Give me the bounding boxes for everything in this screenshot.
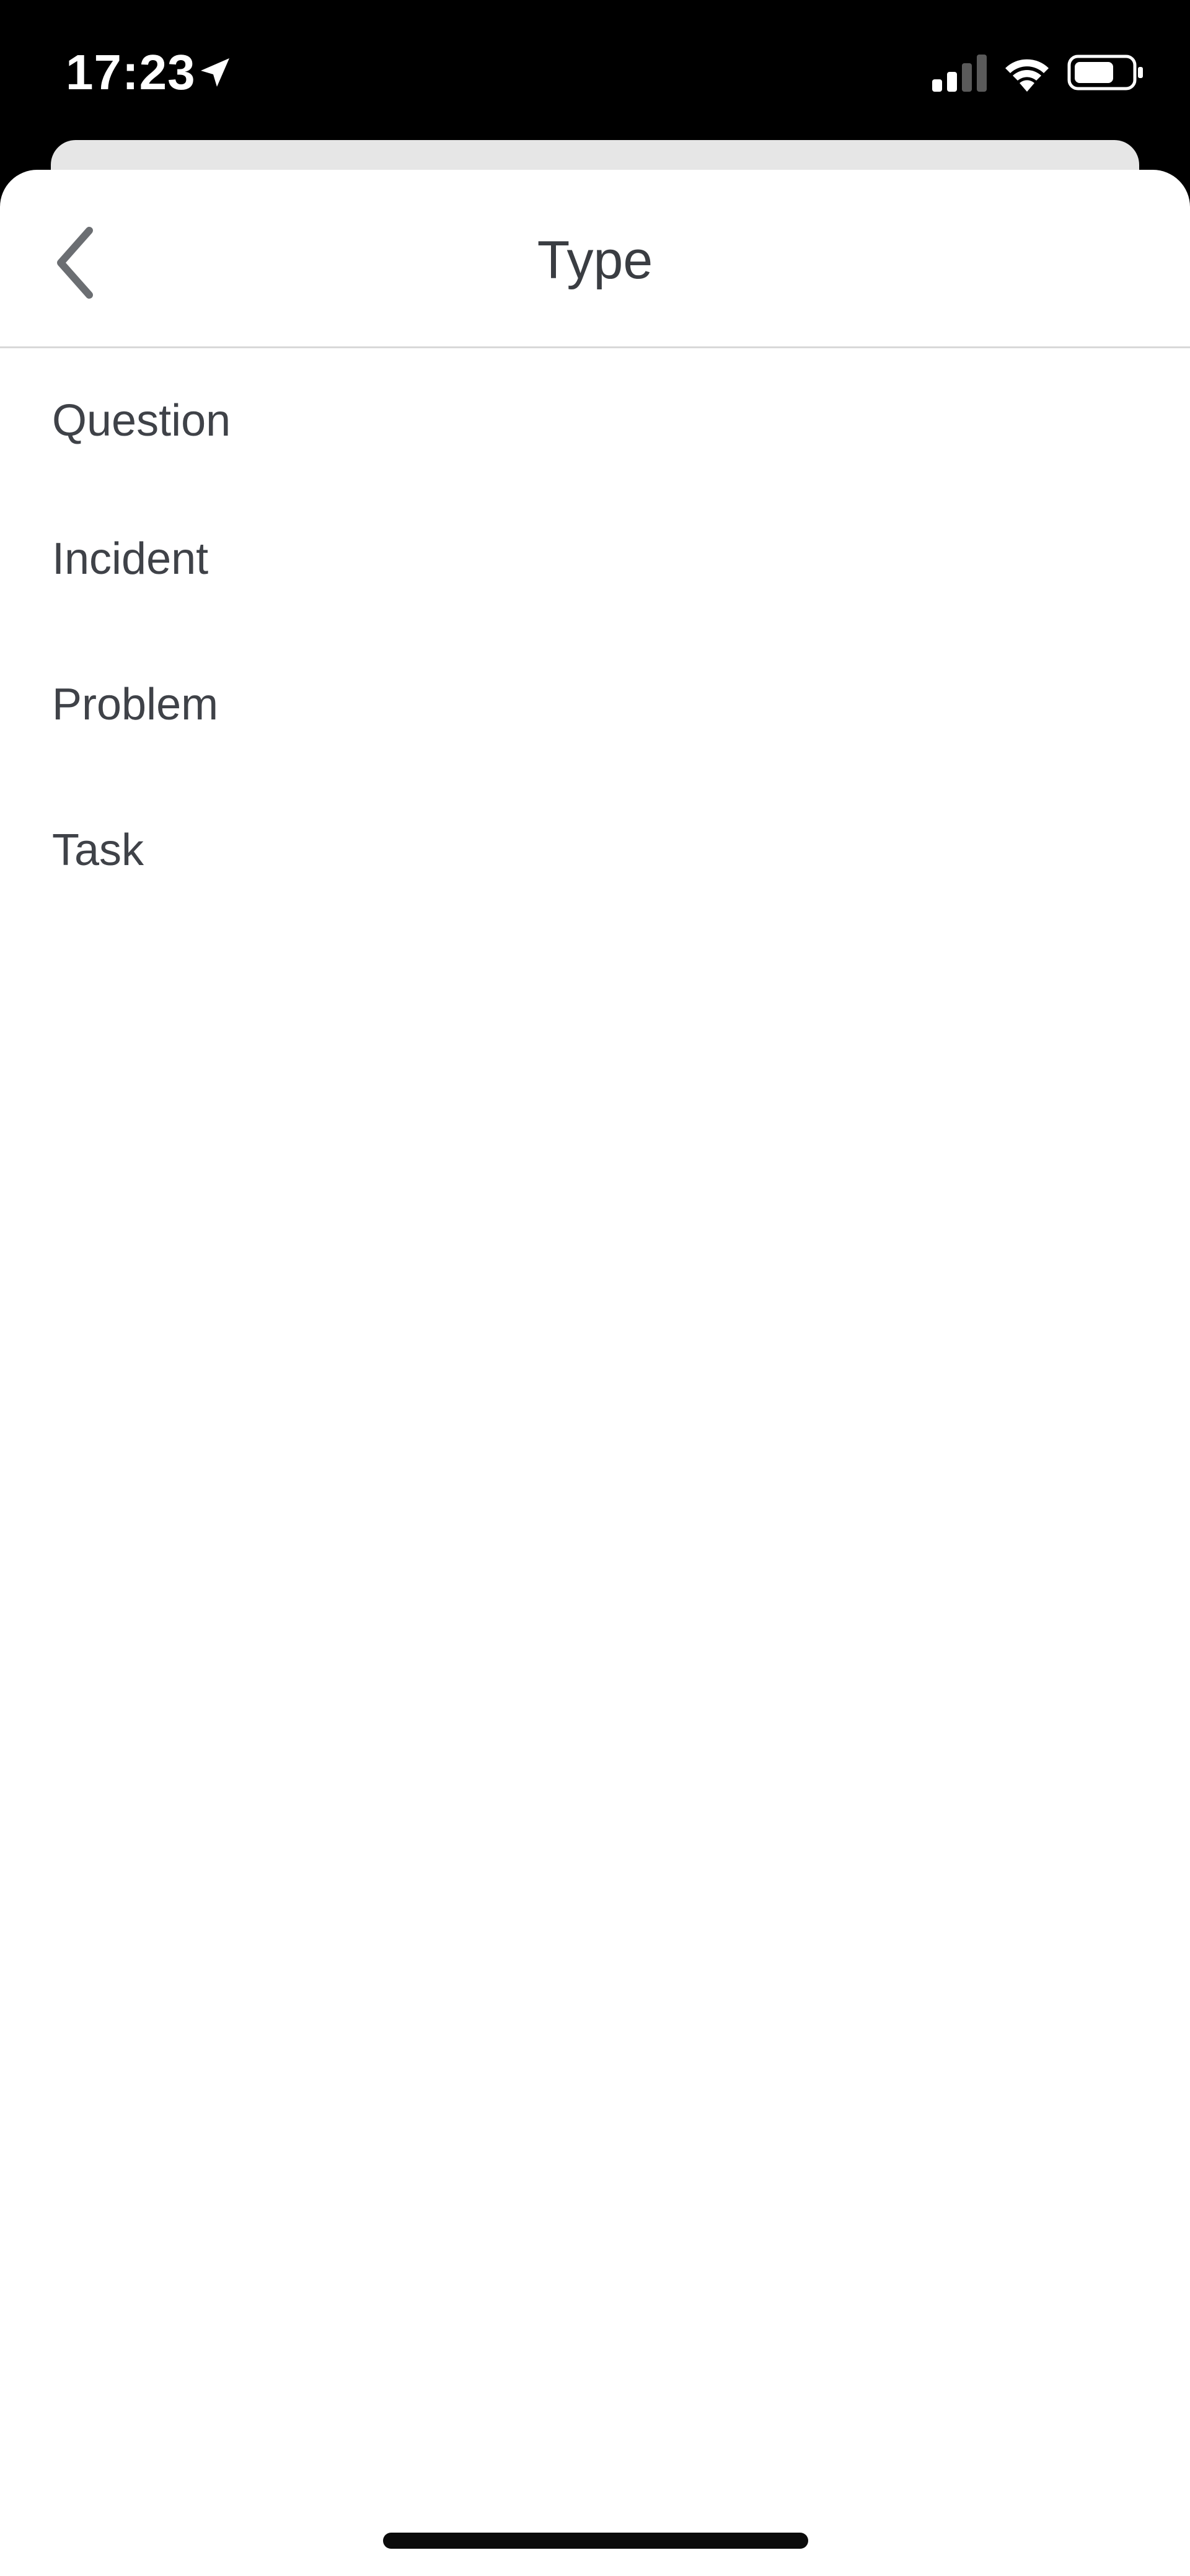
screen: 17:23 Type Question Incident Problem Tas… [0,0,1190,2576]
type-picker-sheet: Type Question Incident Problem Task [0,170,1190,2576]
type-option-list: Question Incident Problem Task [0,348,1190,931]
cellular-signal-icon [932,55,987,92]
status-time: 17:23 [66,45,196,100]
location-arrow-icon [201,58,229,87]
status-bar: 17:23 [0,0,1190,143]
wifi-icon [1005,59,1049,92]
battery-icon [1067,55,1143,90]
type-option-incident[interactable]: Incident [0,494,1190,640]
sheet-header: Type [0,170,1190,348]
type-option-task[interactable]: Task [0,785,1190,931]
type-option-problem[interactable]: Problem [0,640,1190,785]
home-indicator[interactable] [383,2533,808,2549]
page-title: Type [537,231,653,290]
type-option-question[interactable]: Question [0,348,1190,494]
